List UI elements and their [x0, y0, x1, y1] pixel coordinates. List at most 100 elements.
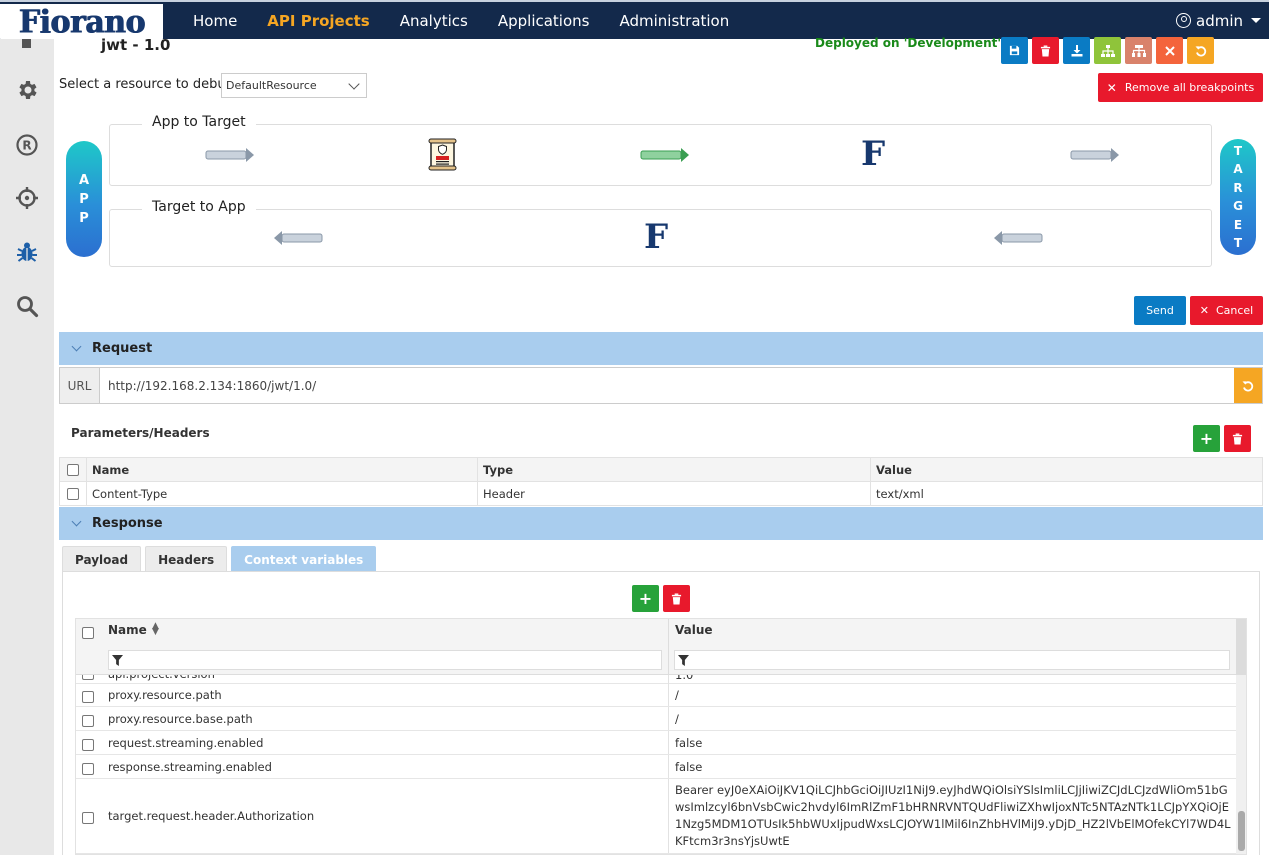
target-pill-letter: G	[1233, 199, 1243, 213]
close-icon	[1164, 45, 1175, 56]
close-button[interactable]	[1156, 37, 1183, 64]
variable-name[interactable]: proxy.resource.base.path	[108, 712, 253, 726]
app-to-target-label: App to Target	[142, 114, 256, 130]
row-checkbox[interactable]	[82, 761, 94, 775]
row-checkbox-cell[interactable]	[59, 481, 87, 506]
row-checkbox[interactable]	[82, 737, 94, 751]
deployment-status: Deployed on 'Development'	[815, 36, 1002, 50]
resource-select-value: DefaultResource	[226, 79, 317, 92]
column-header-name[interactable]: Name	[86, 457, 478, 482]
search-icon	[17, 296, 39, 318]
sitemap-button[interactable]	[1125, 37, 1152, 64]
sort-icon[interactable]: ▲ ▼	[152, 622, 159, 637]
column-header-value[interactable]: Value	[675, 623, 713, 637]
column-header-name[interactable]: Name	[108, 623, 147, 637]
flow-arrow-left[interactable]	[273, 231, 323, 245]
send-button[interactable]: Send	[1134, 296, 1186, 325]
download-button[interactable]	[1063, 37, 1090, 64]
nav-analytics[interactable]: Analytics	[400, 12, 468, 30]
column-divider	[668, 619, 669, 675]
variable-value[interactable]: /	[675, 711, 1231, 728]
variable-value[interactable]: false	[675, 735, 1231, 752]
delete-button[interactable]	[1032, 37, 1059, 64]
param-type[interactable]: Header	[477, 481, 871, 506]
sidebar-item-target[interactable]	[0, 176, 54, 220]
sidebar-item-debug[interactable]	[0, 230, 54, 274]
variable-value[interactable]: /	[675, 687, 1231, 704]
column-header-type[interactable]: Type	[477, 457, 871, 482]
table-row[interactable]: proxy.resource.path /	[76, 683, 1236, 707]
nav-applications[interactable]: Applications	[498, 12, 590, 30]
variable-name[interactable]: target.request.header.Authorization	[108, 809, 314, 823]
cancel-button[interactable]: ✕ Cancel	[1190, 296, 1263, 325]
table-scrollbar[interactable]	[1236, 675, 1246, 854]
parameters-table: Name Type Value Content-Type Header text…	[59, 457, 1263, 506]
sidebar-item-settings[interactable]	[0, 68, 54, 112]
response-section-header[interactable]: Response	[59, 507, 1263, 540]
flow-arrow-right-active[interactable]	[640, 148, 690, 162]
select-all-checkbox[interactable]	[82, 625, 94, 640]
flow-arrow-left[interactable]	[993, 231, 1043, 245]
undo-button[interactable]	[1187, 37, 1214, 64]
save-button[interactable]	[1001, 37, 1028, 64]
policy-scroll-icon[interactable]	[428, 138, 458, 172]
url-reset-button[interactable]	[1234, 368, 1262, 403]
svg-text:R: R	[22, 139, 31, 153]
user-menu[interactable]: admin	[1176, 2, 1261, 39]
row-checkbox[interactable]	[82, 713, 94, 727]
remove-all-breakpoints-label: Remove all breakpoints	[1124, 81, 1255, 94]
target-pill-letter: A	[1233, 162, 1243, 176]
sidebar-item-registered[interactable]: R	[0, 123, 54, 167]
gear-icon	[19, 81, 37, 99]
sidebar-item-search[interactable]	[0, 284, 54, 328]
table-row[interactable]: request.streaming.enabled false	[76, 731, 1236, 755]
variable-value[interactable]: Bearer eyJ0eXAiOiJKV1QiLCJhbGciOiJIUzI1N…	[675, 782, 1231, 850]
nav-administration[interactable]: Administration	[619, 12, 729, 30]
table-row[interactable]: Content-Type Header text/xml	[59, 481, 1263, 506]
scrollbar-thumb[interactable]	[1238, 811, 1245, 851]
variable-value[interactable]: false	[675, 759, 1231, 776]
target-pill-letter: T	[1233, 236, 1243, 250]
crosshair-icon	[16, 187, 38, 209]
user-icon	[1176, 13, 1191, 28]
table-row[interactable]: target.request.header.Authorization Bear…	[76, 779, 1236, 854]
nav-api-projects[interactable]: API Projects	[267, 12, 369, 30]
column-header-value[interactable]: Value	[870, 457, 1263, 482]
select-all-checkbox[interactable]	[67, 464, 79, 476]
remove-all-breakpoints-button[interactable]: ✕ Remove all breakpoints	[1098, 73, 1263, 102]
row-checkbox[interactable]	[67, 488, 79, 500]
flow-arrow-right[interactable]	[205, 148, 255, 162]
table-row[interactable]: response.streaming.enabled false	[76, 755, 1236, 779]
target-pill-letter: E	[1233, 217, 1243, 232]
nav-home[interactable]: Home	[193, 12, 237, 30]
request-section-header[interactable]: Request	[59, 332, 1263, 365]
delete-variable-button[interactable]	[663, 585, 690, 612]
table-row[interactable]: proxy.resource.base.path /	[76, 707, 1236, 731]
tab-headers[interactable]: Headers	[145, 546, 228, 572]
param-value[interactable]: text/xml	[870, 481, 1263, 506]
param-name[interactable]: Content-Type	[86, 481, 478, 506]
select-all-checkbox-cell[interactable]	[59, 457, 87, 482]
value-filter-input[interactable]	[674, 650, 1230, 670]
hierarchy-button[interactable]	[1094, 37, 1121, 64]
variable-name[interactable]: request.streaming.enabled	[108, 736, 263, 750]
fiorano-f-icon[interactable]: F	[861, 134, 885, 174]
chevron-down-icon	[71, 341, 82, 352]
tab-context-variables[interactable]: Context variables	[231, 546, 377, 572]
resource-select[interactable]: DefaultResource	[221, 73, 367, 98]
add-parameter-button[interactable]: +	[1193, 425, 1220, 452]
flow-arrow-right[interactable]	[1070, 148, 1120, 162]
url-input[interactable]: http://192.168.2.134:1860/jwt/1.0/	[100, 368, 1234, 403]
row-checkbox[interactable]	[82, 810, 94, 824]
close-icon: ✕	[1106, 80, 1117, 95]
variable-name[interactable]: proxy.resource.path	[108, 688, 222, 702]
filter-icon	[112, 655, 123, 666]
row-checkbox[interactable]	[82, 689, 94, 703]
name-filter-input[interactable]	[108, 650, 662, 670]
variable-name[interactable]: response.streaming.enabled	[108, 760, 272, 774]
add-variable-button[interactable]: +	[632, 585, 659, 612]
table-header-row: Name Type Value	[59, 457, 1263, 482]
tab-payload[interactable]: Payload	[62, 546, 142, 572]
fiorano-f-icon[interactable]: F	[644, 217, 668, 257]
delete-parameter-button[interactable]	[1224, 425, 1251, 452]
